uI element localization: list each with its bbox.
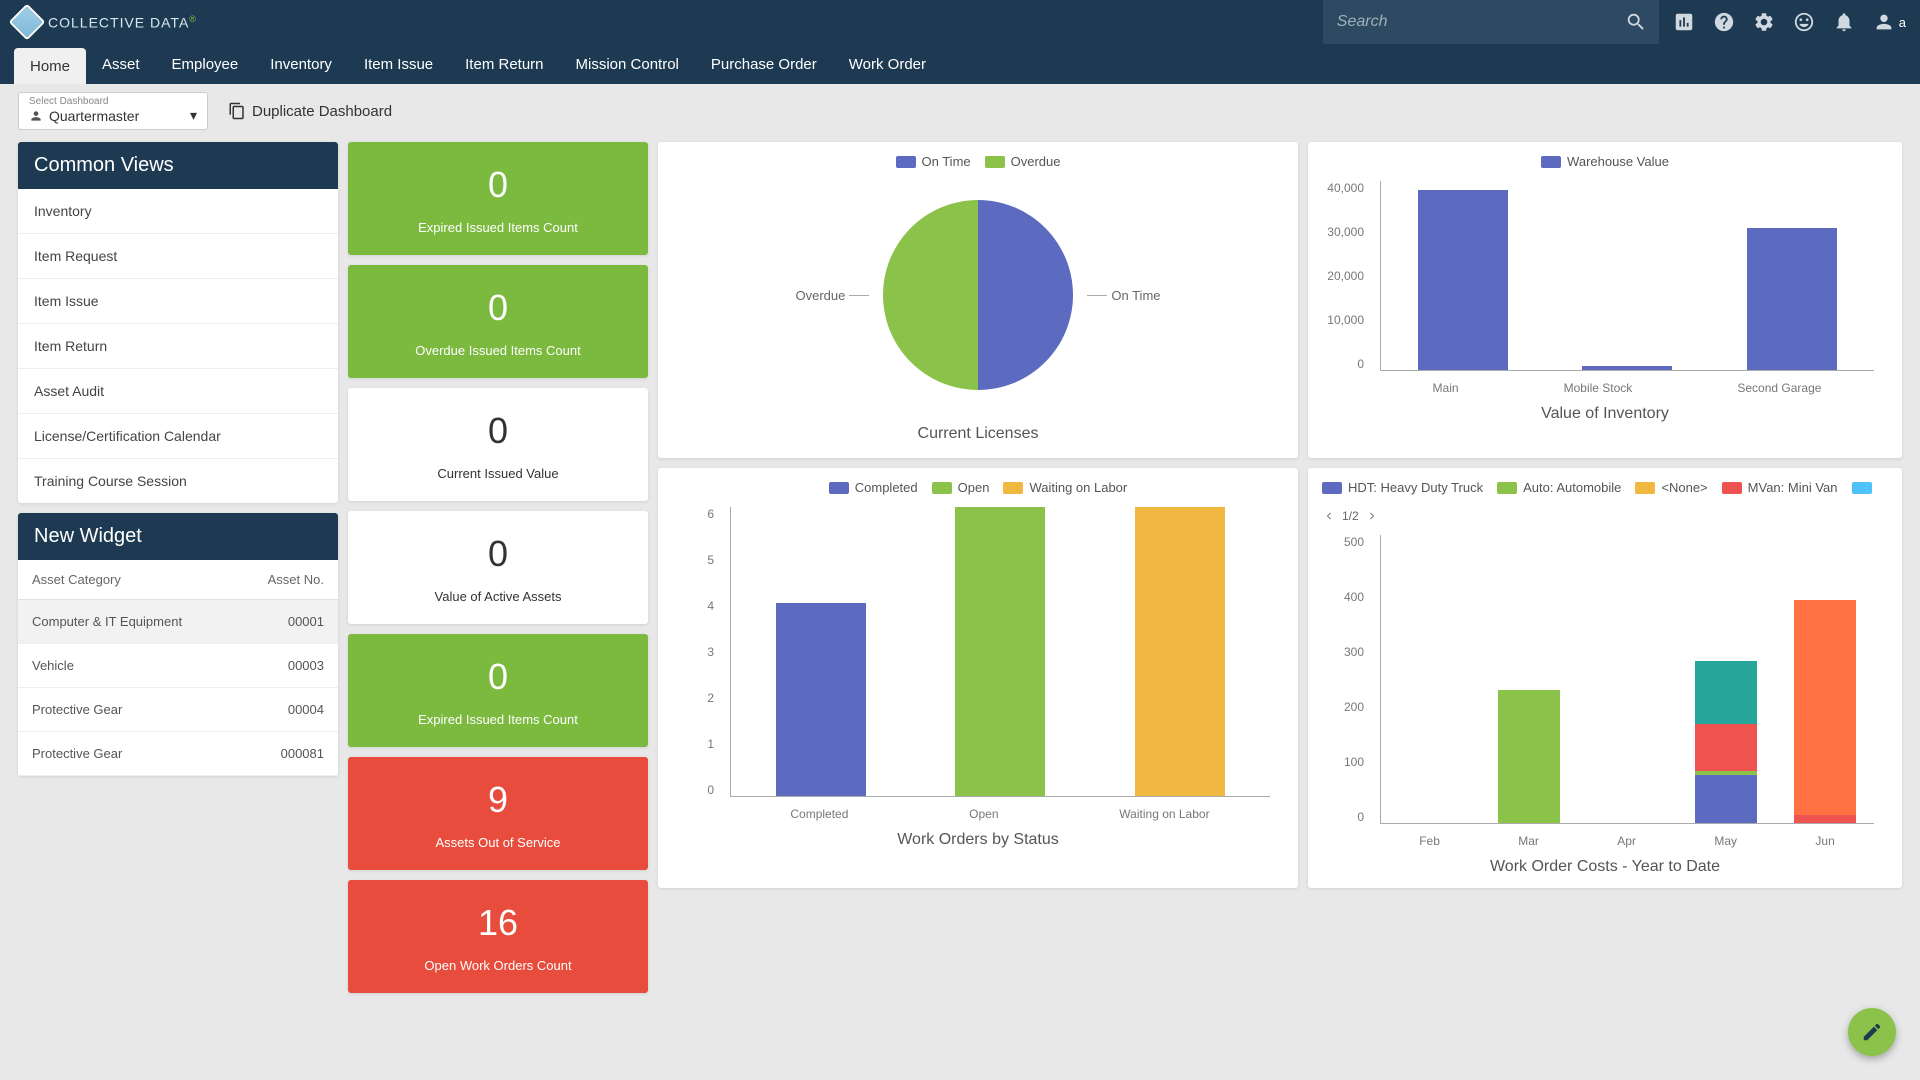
legend-waiting: Waiting on Labor — [1003, 480, 1127, 495]
workorders-status-chart: Completed Open Waiting on Labor 6543210 … — [658, 468, 1298, 888]
new-widget-title: New Widget — [18, 513, 338, 560]
legend-completed: Completed — [829, 480, 918, 495]
table-row[interactable]: Protective Gear00004 — [18, 688, 338, 732]
logo-diamond-icon — [9, 4, 46, 41]
legend-mvan: MVan: Mini Van — [1722, 480, 1838, 495]
chevron-right-icon[interactable] — [1365, 509, 1379, 523]
kpi-tile[interactable]: 0Expired Issued Items Count — [348, 142, 648, 255]
subheader: Select Dashboard Quartermaster ▾ Duplica… — [0, 84, 1920, 138]
nav-home[interactable]: Home — [14, 48, 86, 84]
stacked-bar — [1498, 627, 1560, 823]
bar — [1418, 190, 1508, 370]
common-view-item[interactable]: Training Course Session — [18, 459, 338, 503]
nav-item-issue[interactable]: Item Issue — [348, 44, 449, 84]
chevron-left-icon[interactable] — [1322, 509, 1336, 523]
common-view-item[interactable]: Inventory — [18, 189, 338, 234]
user-menu[interactable]: a — [1873, 11, 1906, 33]
nav-inventory[interactable]: Inventory — [254, 44, 348, 84]
inventory-title: Value of Inventory — [1322, 405, 1888, 423]
legend-overdue: Overdue — [985, 154, 1061, 169]
col-asset-category[interactable]: Asset Category — [18, 560, 235, 600]
legend-warehouse: Warehouse Value — [1541, 154, 1669, 169]
brand-logo: COLLECTIVE DATA® — [14, 9, 197, 35]
chevron-down-icon: ▾ — [190, 107, 197, 124]
kpi-tile[interactable]: 0Expired Issued Items Count — [348, 634, 648, 747]
common-view-item[interactable]: Item Request — [18, 234, 338, 279]
bar — [1135, 507, 1225, 796]
legend-pager[interactable]: 1/2 — [1322, 509, 1379, 523]
kpi-tile[interactable]: 0Value of Active Assets — [348, 511, 648, 624]
navbar: HomeAssetEmployeeInventoryItem IssueItem… — [0, 44, 1920, 84]
common-views-title: Common Views — [18, 142, 338, 189]
new-widget-panel: New Widget Asset Category Asset No. Comp… — [18, 513, 338, 776]
search-icon[interactable] — [1625, 11, 1647, 33]
legend-open: Open — [932, 480, 990, 495]
copy-icon — [228, 102, 246, 120]
nav-mission-control[interactable]: Mission Control — [560, 44, 695, 84]
bar — [955, 507, 1045, 796]
column-4: Warehouse Value 40,00030,00020,00010,000… — [1308, 142, 1902, 993]
bar — [776, 603, 866, 796]
stacked-bar — [1399, 821, 1461, 823]
topbar: COLLECTIVE DATA® a — [0, 0, 1920, 44]
kpi-tile[interactable]: 9Assets Out of Service — [348, 757, 648, 870]
nav-work-order[interactable]: Work Order — [833, 44, 942, 84]
stacked-bar — [1794, 570, 1856, 823]
common-view-item[interactable]: Item Return — [18, 324, 338, 369]
legend-ontime: On Time — [896, 154, 971, 169]
licenses-chart: On Time Overdue Overdue On Time Current … — [658, 142, 1298, 458]
gear-icon[interactable] — [1753, 11, 1775, 33]
pie-label-right: On Time — [1087, 288, 1160, 303]
legend-extra — [1852, 482, 1872, 494]
search-input[interactable] — [1323, 13, 1613, 31]
new-widget-table: Asset Category Asset No. Computer & IT E… — [18, 560, 338, 776]
face-icon[interactable] — [1793, 11, 1815, 33]
bell-icon[interactable] — [1833, 11, 1855, 33]
wo-status-title: Work Orders by Status — [672, 831, 1284, 849]
col-asset-no[interactable]: Asset No. — [235, 560, 338, 600]
table-row[interactable]: Protective Gear000081 — [18, 732, 338, 776]
legend-hdt: HDT: Heavy Duty Truck — [1322, 480, 1483, 495]
legend-none: <None> — [1635, 480, 1707, 495]
table-row[interactable]: Vehicle00003 — [18, 644, 338, 688]
person-icon — [29, 109, 43, 123]
common-view-item[interactable]: License/Certification Calendar — [18, 414, 338, 459]
nav-item-return[interactable]: Item Return — [449, 44, 559, 84]
bar — [1582, 366, 1672, 370]
pie-label-left: Overdue — [796, 288, 870, 303]
pencil-icon — [1861, 1021, 1883, 1043]
search-wrap — [1323, 0, 1659, 44]
edit-fab[interactable] — [1848, 1008, 1896, 1056]
brand-name: COLLECTIVE DATA® — [48, 14, 197, 31]
duplicate-dashboard-button[interactable]: Duplicate Dashboard — [228, 102, 392, 120]
kpi-column: 0Expired Issued Items Count0Overdue Issu… — [348, 142, 648, 993]
nav-purchase-order[interactable]: Purchase Order — [695, 44, 833, 84]
column-3: On Time Overdue Overdue On Time Current … — [658, 142, 1298, 993]
nav-asset[interactable]: Asset — [86, 44, 156, 84]
stacked-bar — [1695, 607, 1757, 823]
kpi-tile[interactable]: 16Open Work Orders Count — [348, 880, 648, 993]
kpi-tile[interactable]: 0Current Issued Value — [348, 388, 648, 501]
dashboard-select[interactable]: Select Dashboard Quartermaster ▾ — [18, 92, 208, 130]
kpi-tile[interactable]: 0Overdue Issued Items Count — [348, 265, 648, 378]
licenses-title: Current Licenses — [672, 425, 1284, 443]
legend-auto: Auto: Automobile — [1497, 480, 1621, 495]
nav-employee[interactable]: Employee — [156, 44, 255, 84]
table-row[interactable]: Computer & IT Equipment00001 — [18, 600, 338, 644]
help-icon[interactable] — [1713, 11, 1735, 33]
chart-icon[interactable] — [1673, 11, 1695, 33]
pie-chart — [883, 200, 1073, 390]
common-views-panel: Common Views InventoryItem RequestItem I… — [18, 142, 338, 503]
bar — [1747, 228, 1837, 370]
topbar-icons: a — [1673, 11, 1906, 33]
wo-costs-title: Work Order Costs - Year to Date — [1322, 858, 1888, 876]
wo-costs-chart: HDT: Heavy Duty Truck Auto: Automobile <… — [1308, 468, 1902, 888]
common-view-item[interactable]: Asset Audit — [18, 369, 338, 414]
common-view-item[interactable]: Item Issue — [18, 279, 338, 324]
inventory-value-chart: Warehouse Value 40,00030,00020,00010,000… — [1308, 142, 1902, 458]
column-1: Common Views InventoryItem RequestItem I… — [18, 142, 338, 993]
